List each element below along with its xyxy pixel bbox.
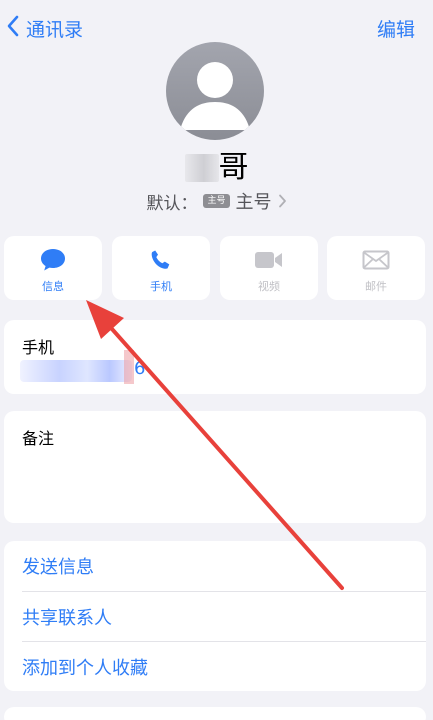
back-button[interactable]: 通讯录 [6,14,83,42]
chevron-right-icon [278,194,287,208]
action-mail-button[interactable]: 邮件 [327,236,425,300]
action-message-button[interactable]: 信息 [4,236,102,300]
action-call-label: 手机 [150,280,172,293]
video-camera-icon [254,247,284,273]
notes-label: 备注 [22,429,55,448]
default-badge: 主号 [203,194,230,208]
chevron-left-icon [6,15,20,42]
next-card-partial [4,707,426,720]
message-bubble-icon [39,247,67,273]
action-call-button[interactable]: 手机 [112,236,210,300]
default-label: 默认： [146,193,198,214]
mail-icon [362,247,390,273]
notes-card[interactable]: 备注 [4,411,426,523]
phone-label: 手机 [22,338,55,357]
redaction-mark [124,350,134,384]
back-label: 通讯录 [26,18,84,41]
default-number-row[interactable]: 默认： 主号 主号 [0,188,433,214]
default-value: 主号 [235,192,272,213]
phone-card[interactable]: 手机 6 [4,320,426,394]
add-to-favorites-link[interactable]: 添加到个人收藏 [22,641,426,691]
contact-name-text: 哥 [218,150,249,185]
action-mail-label: 邮件 [365,280,387,293]
action-message-label: 信息 [42,280,64,293]
phone-visible-digit[interactable]: 6 [134,358,145,379]
send-message-link[interactable]: 发送信息 [22,541,426,591]
phone-icon [149,247,173,273]
contact-actions-list: 发送信息 共享联系人 添加到个人收藏 [4,541,426,691]
share-contact-link[interactable]: 共享联系人 [22,591,426,641]
action-video-button[interactable]: 视频 [220,236,318,300]
redacted-phone-number [20,360,132,382]
avatar[interactable] [166,42,264,140]
quick-actions: 信息 手机 视频 邮件 [4,236,426,300]
person-silhouette-icon [180,62,250,130]
redacted-name-block [184,154,219,182]
action-video-label: 视频 [258,280,280,293]
contact-name: 哥 [0,148,433,188]
edit-button[interactable]: 编辑 [377,14,415,42]
